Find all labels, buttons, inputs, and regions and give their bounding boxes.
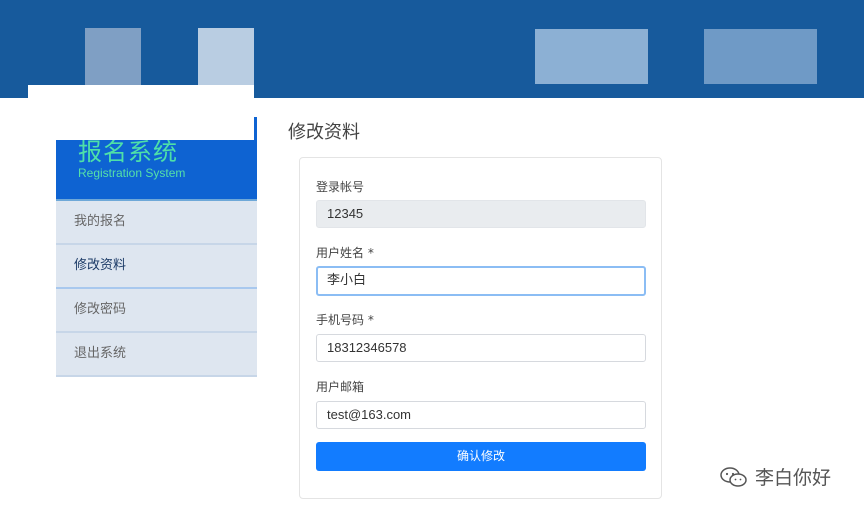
sidebar-item-logout[interactable]: 退出系统 bbox=[56, 333, 257, 377]
blurred-header-block bbox=[85, 28, 141, 85]
phone-label: 手机号码 * bbox=[316, 313, 374, 327]
sidebar-item-change-password[interactable]: 修改密码 bbox=[56, 289, 257, 333]
watermark: 李白你好 bbox=[719, 463, 831, 490]
confirm-button[interactable]: 确认修改 bbox=[316, 442, 646, 471]
blurred-header-block bbox=[704, 29, 817, 84]
page-title: 修改资料 bbox=[288, 122, 360, 143]
brand-subtitle: Registration System bbox=[78, 166, 186, 180]
name-label: 用户姓名 * bbox=[316, 246, 374, 260]
account-label: 登录帐号 bbox=[316, 180, 365, 194]
account-field: 12345 bbox=[316, 200, 646, 228]
sidebar: 报名系统 Registration System 我的报名 修改资料 修改密码 … bbox=[56, 117, 257, 377]
email-label: 用户邮箱 bbox=[316, 380, 365, 394]
blurred-header-block bbox=[535, 29, 648, 84]
blurred-header-block bbox=[198, 28, 254, 85]
phone-input[interactable]: 18312346578 bbox=[316, 334, 646, 362]
blurred-logo-area bbox=[28, 85, 254, 140]
sidebar-item-my-registration[interactable]: 我的报名 bbox=[56, 201, 257, 245]
sidebar-item-edit-profile[interactable]: 修改资料 bbox=[56, 245, 257, 289]
email-input[interactable]: test@163.com bbox=[316, 401, 646, 429]
name-input[interactable]: 李小白 bbox=[316, 266, 646, 296]
wechat-icon bbox=[720, 466, 747, 487]
watermark-text: 李白你好 bbox=[755, 467, 832, 489]
profile-form-card: 登录帐号 12345 用户姓名 * 李小白 手机号码 * 18312346578… bbox=[299, 157, 662, 499]
